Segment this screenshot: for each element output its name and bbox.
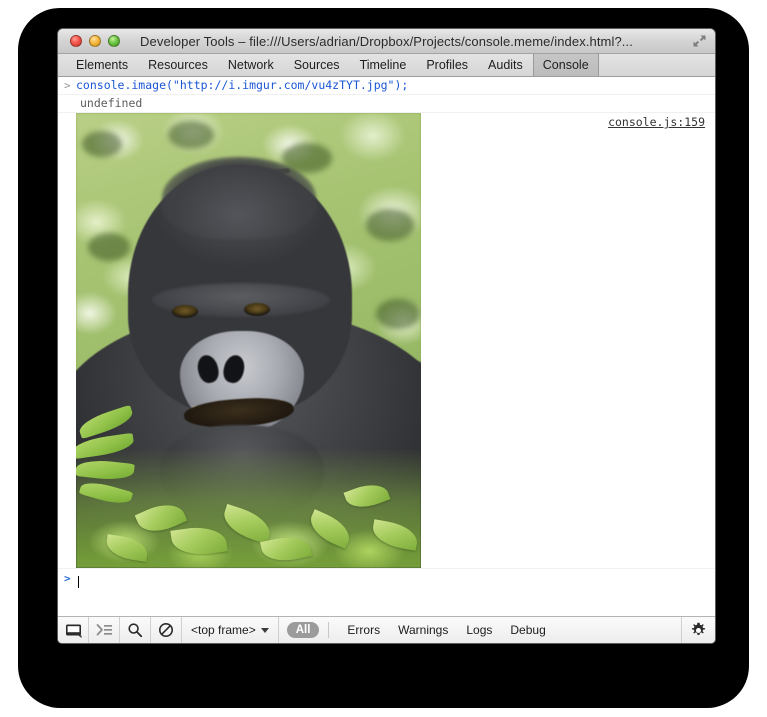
zoom-button[interactable] — [108, 35, 120, 47]
close-button[interactable] — [70, 35, 82, 47]
console-input-row[interactable]: > — [58, 569, 715, 592]
tab-audits[interactable]: Audits — [478, 54, 533, 76]
console-image[interactable] — [76, 113, 421, 568]
tab-sources[interactable]: Sources — [284, 54, 350, 76]
source-link[interactable]: console.js:159 — [608, 115, 705, 129]
console-command-row: > console.image("http://i.imgur.com/vu4z… — [58, 77, 715, 95]
settings-button[interactable] — [681, 617, 715, 643]
dock-to-window-button[interactable] — [58, 617, 89, 643]
gorilla-left-eye — [172, 305, 198, 318]
filter-debug[interactable]: Debug — [501, 623, 554, 637]
search-button[interactable] — [120, 617, 151, 643]
chevron-down-icon — [261, 628, 269, 633]
minimize-button[interactable] — [89, 35, 101, 47]
show-console-prompt-button[interactable] — [89, 617, 120, 643]
foliage-shadow — [366, 209, 414, 241]
toolbar-divider — [328, 622, 329, 638]
foliage-shadow — [168, 121, 214, 149]
console-toolbar: <top frame> All Errors Warnings Logs Deb… — [58, 616, 715, 643]
console-prompt-icon — [96, 623, 113, 637]
devtools-window: Developer Tools – file:///Users/adrian/D… — [57, 28, 716, 644]
expand-icon[interactable] — [691, 33, 708, 49]
clear-icon — [158, 622, 174, 638]
title-bar: Developer Tools – file:///Users/adrian/D… — [58, 29, 715, 54]
console-result-row: undefined — [58, 95, 715, 113]
foliage-shadow — [88, 233, 130, 261]
level-all-badge[interactable]: All — [287, 622, 320, 638]
console-output[interactable]: > console.image("http://i.imgur.com/vu4z… — [58, 77, 715, 616]
search-icon — [127, 622, 143, 638]
console-result-text: undefined — [76, 96, 715, 111]
console-image-row: console.js:159 — [58, 113, 715, 569]
filter-errors[interactable]: Errors — [338, 623, 389, 637]
filter-logs[interactable]: Logs — [457, 623, 501, 637]
gorilla-right-eye — [244, 303, 270, 316]
foliage-shadow — [82, 131, 122, 157]
tab-timeline[interactable]: Timeline — [350, 54, 417, 76]
tab-resources[interactable]: Resources — [138, 54, 218, 76]
tab-profiles[interactable]: Profiles — [416, 54, 478, 76]
window-controls — [70, 35, 120, 47]
dock-icon — [65, 623, 82, 638]
tab-console[interactable]: Console — [533, 54, 599, 76]
gorilla-head-crest — [162, 157, 316, 239]
filter-warnings[interactable]: Warnings — [389, 623, 457, 637]
input-prompt-icon: > — [64, 572, 71, 585]
tab-elements[interactable]: Elements — [66, 54, 138, 76]
panel-tab-bar: Elements Resources Network Sources Timel… — [58, 54, 715, 77]
console-command-text: console.image("http://i.imgur.com/vu4zTY… — [76, 78, 715, 93]
foliage-shadow — [376, 299, 420, 329]
tab-network[interactable]: Network — [218, 54, 284, 76]
frame-selector-label: <top frame> — [191, 623, 256, 637]
frame-selector[interactable]: <top frame> — [182, 617, 279, 643]
text-caret — [78, 576, 79, 588]
clear-console-button[interactable] — [151, 617, 182, 643]
window-title: Developer Tools – file:///Users/adrian/D… — [58, 34, 715, 49]
gear-icon — [690, 622, 707, 639]
prompt-arrow-icon: > — [64, 79, 71, 92]
